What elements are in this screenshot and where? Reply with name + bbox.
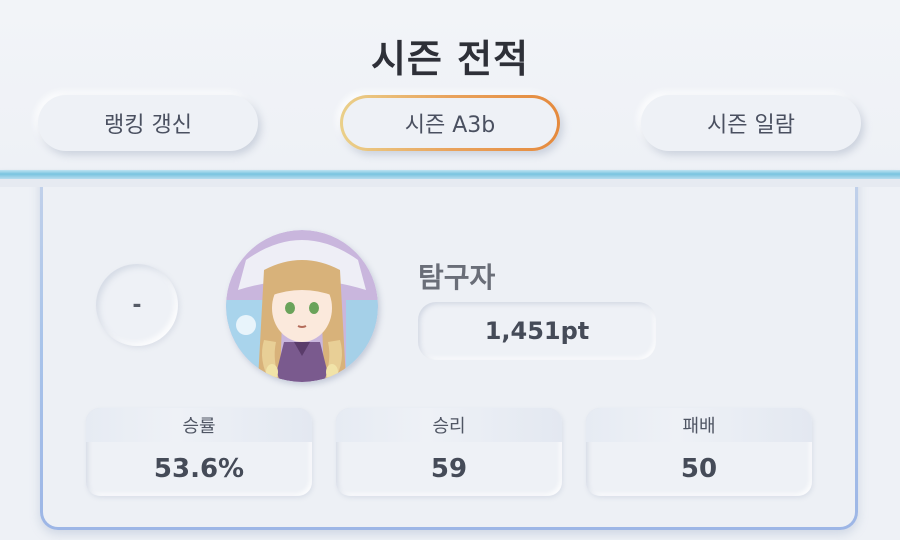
- header-shadow: [0, 179, 900, 187]
- win-rate-stat: 승률 53.6%: [86, 408, 312, 496]
- header: 시즌 전적 랭킹 갱신 시즌 A3b 시즌 일람: [0, 0, 900, 172]
- stat-value: 59: [430, 454, 468, 484]
- wins-stat: 승리 59: [336, 408, 562, 496]
- points-value: 1,451pt: [484, 317, 590, 345]
- stat-label: 패배: [586, 408, 812, 442]
- points-display: 1,451pt: [418, 302, 656, 360]
- header-divider: [0, 170, 900, 179]
- player-name: 탐구자: [418, 261, 496, 294]
- refresh-ranking-button[interactable]: 랭킹 갱신: [38, 95, 258, 151]
- losses-stat: 패배 50: [586, 408, 812, 496]
- character-portrait-icon[interactable]: [226, 230, 378, 382]
- season-list-button[interactable]: 시즌 일람: [641, 95, 861, 151]
- avatar-illustration: [226, 230, 378, 382]
- current-season-button[interactable]: 시즌 A3b: [340, 95, 560, 151]
- stat-label: 승률: [86, 408, 312, 442]
- stat-value: 53.6%: [153, 454, 245, 484]
- stat-label: 승리: [336, 408, 562, 442]
- stat-value: 50: [680, 454, 718, 484]
- season-record-screen: 시즌 전적 랭킹 갱신 시즌 A3b 시즌 일람 - 탐구자 1,451pt 승…: [0, 0, 900, 540]
- rank-value: -: [132, 292, 142, 318]
- page-title: 시즌 전적: [370, 37, 530, 81]
- rank-badge: -: [96, 264, 178, 346]
